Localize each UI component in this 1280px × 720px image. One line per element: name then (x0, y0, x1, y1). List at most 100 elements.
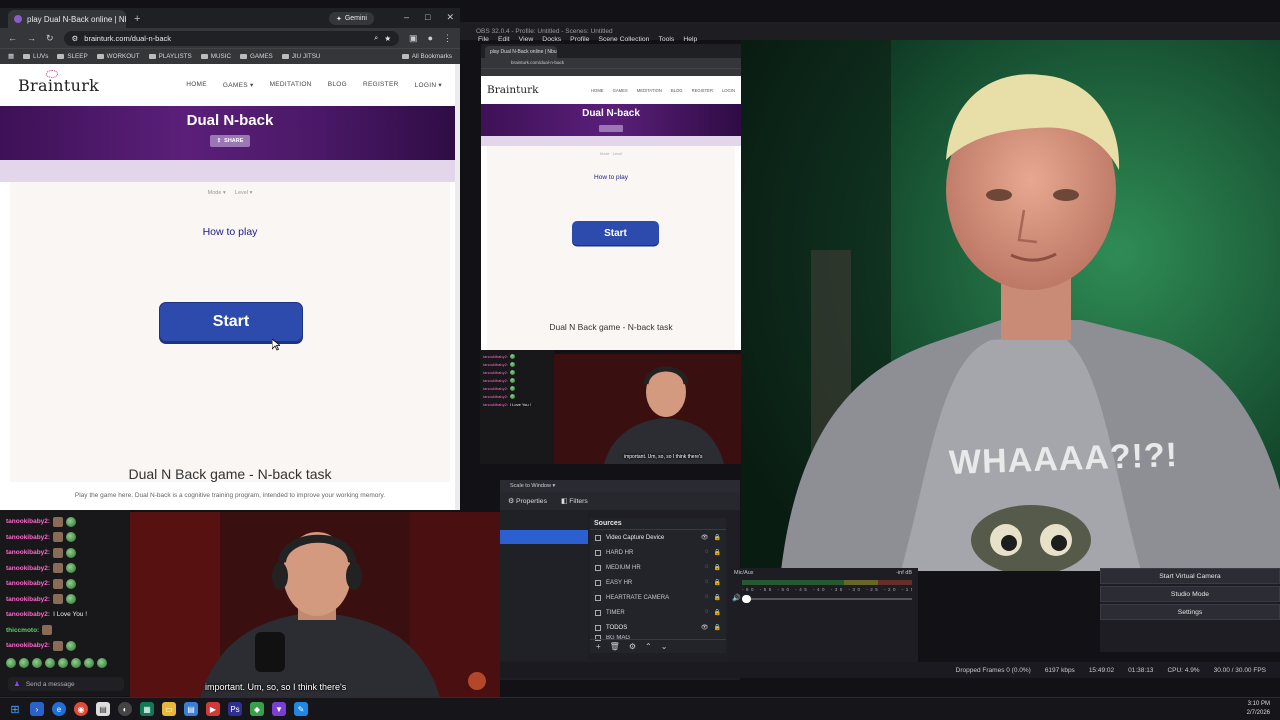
studio-mode-button[interactable]: Studio Mode (1100, 586, 1280, 602)
move-up-icon[interactable]: ⌃ (645, 642, 652, 651)
level-dropdown[interactable]: Level ▾ (235, 190, 252, 196)
preview-tab-strip: play Dual N-Back online | Nbu (481, 44, 741, 58)
maximize-icon[interactable]: □ (425, 12, 430, 23)
filters-button[interactable]: ◧ Filters (561, 497, 588, 505)
chat-settings-icon[interactable]: ♟ (14, 680, 20, 688)
source-item[interactable]: MEDIUM HR ◌ 🔒 (590, 560, 726, 575)
chat-input[interactable]: ♟ Send a message (8, 677, 124, 691)
nav-login[interactable]: LOGIN ▾ (415, 81, 442, 89)
zoom-icon[interactable]: ⌕ (374, 33, 378, 43)
site-info-icon[interactable]: ⚙ (72, 34, 79, 43)
menu-file[interactable]: File (478, 36, 489, 43)
menu-edit[interactable]: Edit (498, 36, 510, 43)
bookmark-6[interactable]: JIU JITSU (281, 53, 320, 60)
menu-view[interactable]: View (519, 36, 534, 43)
source-item[interactable]: EASY HR ◌ 🔒 (590, 575, 726, 590)
lock-icon: 🔒 (713, 625, 721, 631)
source-item[interactable]: TIMER ◌ 🔒 (590, 605, 726, 620)
gemini-button[interactable]: ✦ Gemini (328, 12, 374, 25)
back-icon[interactable]: ← (8, 33, 17, 43)
obs-icon[interactable]: ◐ (118, 702, 132, 716)
start-button[interactable]: Start (159, 302, 303, 342)
reload-icon[interactable]: ↻ (46, 33, 54, 44)
scale-selector[interactable]: Scale to Window ▾ (500, 480, 740, 492)
emote-icon[interactable] (71, 657, 81, 668)
edge-icon[interactable]: e (52, 702, 66, 716)
menu-help[interactable]: Help (683, 36, 697, 43)
menu-profile[interactable]: Profile (570, 36, 589, 43)
forward-icon[interactable]: → (27, 33, 36, 43)
photoshop-icon[interactable]: Ps (228, 702, 242, 716)
chrome-icon[interactable]: ◉ (74, 702, 88, 716)
bookmark-1[interactable]: SLEEP (57, 53, 88, 60)
emote-icon[interactable] (84, 657, 94, 668)
selected-scene[interactable] (500, 530, 588, 544)
speaker-icon[interactable]: 🔊 (732, 594, 741, 602)
start-virtual-camera-button[interactable]: Start Virtual Camera (1100, 568, 1280, 584)
browser-tab[interactable]: play Dual N-Back online | Nbu × (8, 10, 126, 28)
site-logo[interactable]: Brainturk (18, 69, 99, 95)
bookmark-2[interactable]: WORKOUT (96, 53, 140, 60)
emote-icon[interactable] (45, 657, 55, 668)
vscode-icon[interactable]: › (30, 702, 44, 716)
menu-scene-collection[interactable]: Scene Collection (598, 36, 649, 43)
bookmark-5[interactable]: GAMES (240, 53, 273, 60)
mode-dropdown[interactable]: Mode ▾ (208, 190, 226, 196)
app-icon[interactable]: ▦ (140, 702, 154, 716)
emote-icon[interactable] (97, 657, 107, 668)
game-icon[interactable]: ◆ (250, 702, 264, 716)
menu-docks[interactable]: Docks (542, 36, 561, 43)
apps-icon[interactable]: ▦ (8, 53, 14, 60)
start-menu-icon[interactable]: ⊞ (8, 702, 22, 716)
file-icon[interactable]: ▤ (96, 702, 110, 716)
bookmark-0[interactable]: LUVs (22, 53, 48, 60)
source-item[interactable]: HEARTRATE CAMERA ◌ 🔒 (590, 590, 726, 605)
system-clock[interactable]: 3:10 PM 2/7/2026 (1247, 700, 1270, 718)
add-source-icon[interactable]: + (596, 642, 601, 651)
all-bookmarks[interactable]: All Bookmarks (401, 53, 452, 60)
menu-icon[interactable]: ⋮ (443, 33, 452, 44)
vpn-icon[interactable]: ▼ (272, 702, 286, 716)
source-item[interactable]: TODOS 👁 🔒 (590, 620, 726, 635)
document-icon[interactable]: ▤ (184, 702, 198, 716)
new-tab-icon[interactable]: + (126, 13, 148, 28)
source-settings-icon[interactable]: ⚙ (629, 642, 636, 651)
remove-source-icon[interactable]: 🗑 (610, 642, 620, 651)
bookmark-3[interactable]: PLAYLISTS (148, 53, 192, 60)
volume-slider-handle[interactable] (742, 595, 751, 603)
properties-button[interactable]: ⚙ Properties (508, 497, 547, 505)
url-bar[interactable]: ⚙ brainturk.com/dual-n-back ⌕ ★ (63, 30, 400, 46)
emote-icon[interactable] (6, 657, 16, 668)
bookmark-4[interactable]: MUSIC (200, 53, 231, 60)
source-item[interactable]: Video Capture Device 👁 🔒 (590, 530, 726, 545)
emote-icon[interactable] (58, 657, 68, 668)
emote-icon[interactable] (19, 657, 29, 668)
menu-tools[interactable]: Tools (658, 36, 674, 43)
move-down-icon[interactable]: ⌄ (661, 642, 668, 651)
nav-games[interactable]: GAMES ▾ (223, 81, 254, 89)
channel-logo-icon (468, 672, 486, 690)
close-window-icon[interactable]: ✕ (446, 12, 454, 23)
share-button[interactable]: ⇪ SHARE (209, 135, 251, 147)
settings-button[interactable]: Settings (1100, 604, 1280, 620)
scrollbar[interactable] (455, 64, 460, 510)
streamer-video (741, 40, 1280, 571)
nav-blog[interactable]: BLOG (328, 81, 347, 89)
profile-icon[interactable]: ● (428, 33, 433, 43)
source-item[interactable]: HARD HR ◌ 🔒 (590, 545, 726, 560)
how-to-play-link[interactable]: How to play (10, 226, 450, 238)
folder-icon[interactable]: ▭ (162, 702, 176, 716)
bookmark-star-icon[interactable]: ★ (384, 34, 391, 43)
emote-icon[interactable] (32, 657, 42, 668)
visibility-icon: ◌ (704, 564, 709, 570)
extensions-icon[interactable]: ▣ (409, 33, 418, 44)
volume-slider[interactable] (742, 598, 912, 600)
media-icon[interactable]: ▶ (206, 702, 220, 716)
preview-game-area: Mode · Level How to play Start (487, 146, 735, 350)
nav-register[interactable]: REGISTER (363, 81, 399, 89)
tool-icon[interactable]: ✎ (294, 702, 308, 716)
bitrate: 6197 kbps (1044, 666, 1075, 674)
nav-home[interactable]: HOME (186, 81, 207, 89)
nav-meditation[interactable]: MEDITATION (270, 81, 312, 89)
minimize-icon[interactable]: – (404, 12, 409, 23)
